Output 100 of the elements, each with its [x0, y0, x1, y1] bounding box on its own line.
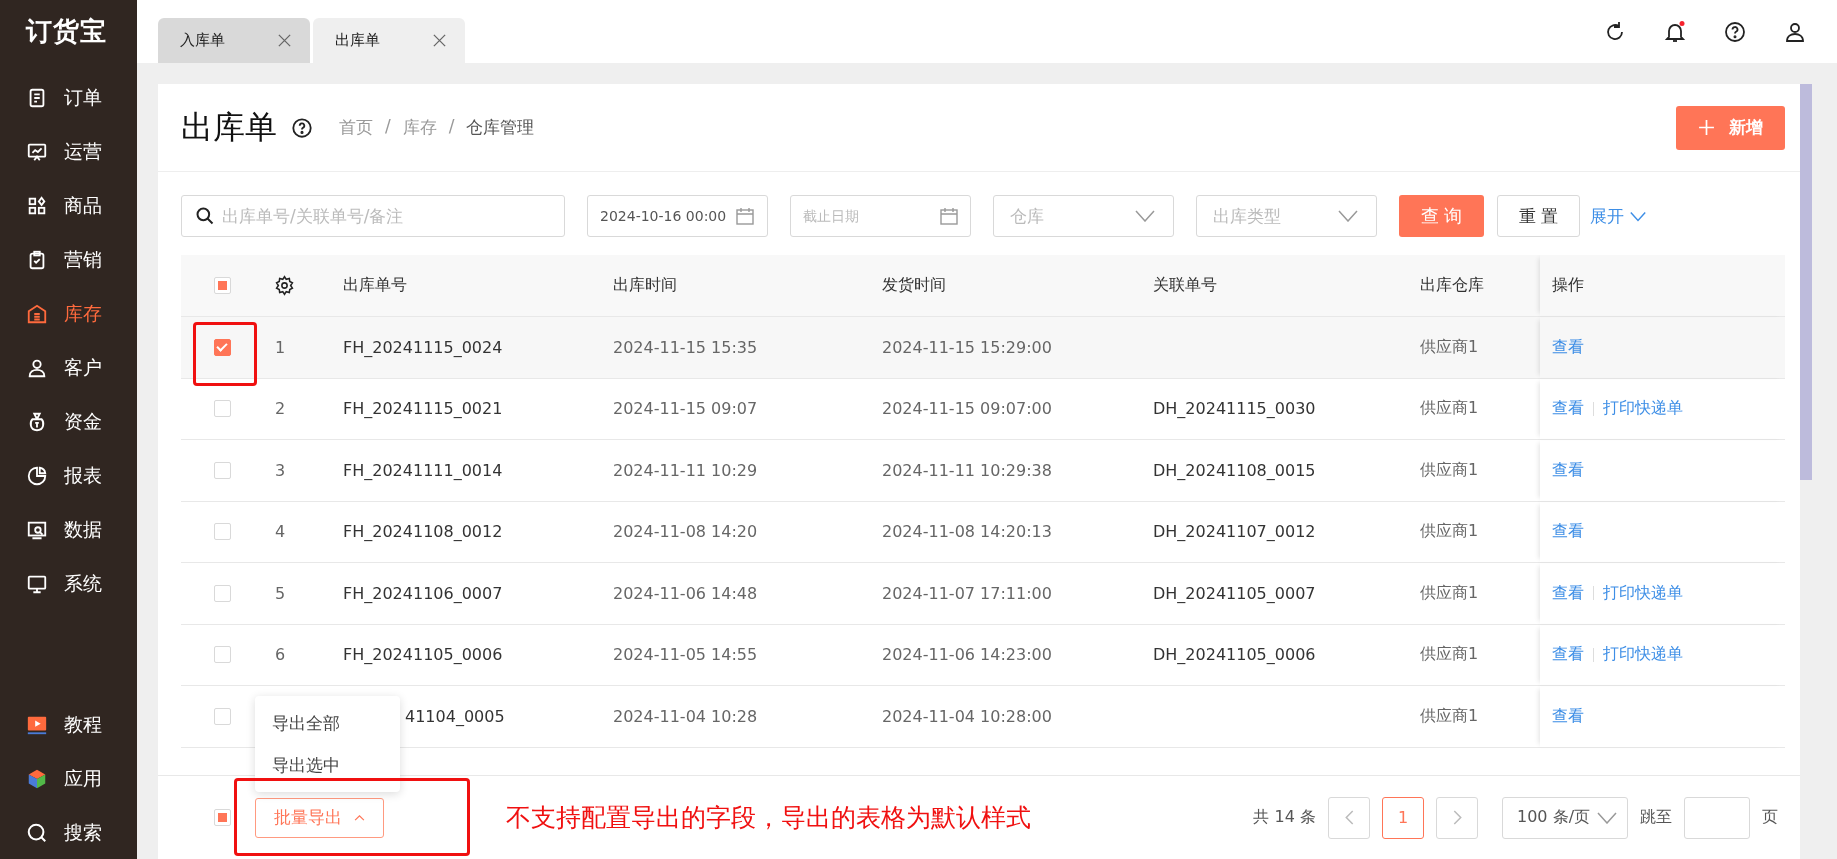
- action-link[interactable]: 查看: [1552, 582, 1584, 604]
- column-header: 关联单号: [1152, 274, 1218, 296]
- chevron-right-icon: [1452, 810, 1462, 825]
- annotation-text: 不支持配置导出的字段，导出的表格为默认样式: [506, 802, 1031, 834]
- table-row[interactable]: 3 FH_20241111_0014 2024-11-11 10:29 2024-11-11 10:29:38 DH_20241108_0015 供应商1 查看: [181, 440, 1785, 502]
- action-link[interactable]: 打印快递单: [1603, 644, 1683, 666]
- action-link[interactable]: 查看: [1552, 644, 1584, 666]
- play-icon: [26, 714, 48, 736]
- table-cell: DH_20241115_0030: [1153, 399, 1316, 419]
- column-header: 发货时间: [881, 274, 947, 296]
- sidebar-item[interactable]: 搜索: [0, 813, 137, 853]
- table-cell: 2024-11-06 14:23:00: [882, 645, 1052, 665]
- action-link[interactable]: 打印快递单: [1603, 398, 1683, 420]
- sidebar-item[interactable]: 订单: [0, 78, 137, 118]
- pie-chart-icon: [26, 465, 48, 487]
- table-row[interactable]: 2 FH_20241115_0021 2024-11-15 09:07 2024-11-15 09:07:00 DH_20241115_0030 供应商1 查看 打印快递单: [181, 378, 1785, 440]
- sidebar-item[interactable]: 报表: [0, 456, 137, 496]
- plus-icon: [1698, 119, 1715, 136]
- page-input[interactable]: [1684, 796, 1750, 839]
- row-checkbox[interactable]: [213, 338, 231, 356]
- row-number: 4: [275, 522, 286, 542]
- action-link[interactable]: 查看: [1552, 705, 1584, 727]
- reset-button[interactable]: 重 置: [1497, 195, 1580, 237]
- table-cell: 2024-11-15 09:07:00: [882, 399, 1052, 419]
- row-number: 6: [275, 645, 286, 665]
- table-row[interactable]: 5 FH_20241106_0007 2024-11-06 14:48 2024-11-07 17:11:00 DH_20241105_0007 供应商1 查看 打印快递单: [181, 563, 1785, 625]
- chevron-down-icon: [1597, 811, 1617, 824]
- help-icon[interactable]: [291, 116, 313, 139]
- table-row[interactable]: 1 FH_20241115_0024 2024-11-15 15:35 2024-11-15 15:29:00 供应商1 查看: [181, 317, 1785, 379]
- search-field[interactable]: 出库单号/关联单号/备注: [181, 195, 565, 237]
- start-date-field[interactable]: 2024-10-16 00:00: [587, 195, 768, 237]
- calendar-icon: [939, 206, 959, 226]
- table-cell: FH_20241105_0006: [343, 645, 503, 665]
- sidebar-item[interactable]: 应用: [0, 759, 137, 799]
- end-date-field[interactable]: 截止日期: [790, 195, 971, 237]
- table-cell: 2024-11-04 10:28: [613, 706, 758, 726]
- page-size-select[interactable]: 100 条/页: [1502, 796, 1628, 839]
- sidebar-item[interactable]: 资金: [0, 402, 137, 442]
- chart-board-icon: [26, 141, 48, 163]
- table-cell: 2024-11-15 09:07: [613, 399, 758, 419]
- action-link[interactable]: 查看: [1552, 521, 1584, 543]
- table-cell: 供应商1: [1420, 336, 1479, 358]
- breadcrumb-separator: /: [448, 116, 455, 138]
- sidebar-item[interactable]: 客户: [0, 348, 137, 388]
- sidebar-item[interactable]: 教程: [0, 705, 137, 745]
- jump-label: 跳至: [1640, 807, 1672, 828]
- sidebar-item[interactable]: 数据: [0, 510, 137, 550]
- search-icon: [195, 206, 215, 226]
- select-all-checkbox[interactable]: [213, 277, 231, 294]
- column-header: 操作: [1540, 255, 1785, 316]
- table-row[interactable]: 4 FH_20241108_0012 2024-11-08 14:20 2024-11-08 14:20:13 DH_20241107_0012 供应商1 查看: [181, 501, 1785, 563]
- scrollbar-thumb[interactable]: [1800, 84, 1812, 480]
- sidebar-item[interactable]: 运营: [0, 132, 137, 172]
- monitor-icon: [26, 573, 48, 595]
- table-cell: DH_20241107_0012: [1153, 522, 1316, 542]
- select-all-checkbox[interactable]: [214, 809, 231, 826]
- bell-icon[interactable]: [1663, 19, 1687, 44]
- table-cell: FH_20241106_0007: [343, 583, 503, 603]
- chevron-left-icon: [1344, 810, 1354, 825]
- action-link[interactable]: 查看: [1552, 398, 1584, 420]
- table-cell: 供应商1: [1420, 398, 1479, 420]
- chevron-down-icon[interactable]: [1630, 210, 1646, 222]
- annotation-box: [193, 322, 257, 386]
- table-cell: FH_20241108_0012: [343, 522, 503, 542]
- table-cell: DH_20241105_0007: [1153, 583, 1316, 603]
- table-cell: FH_20241115_0021: [343, 399, 503, 419]
- caret-icon: [354, 814, 365, 821]
- building-icon: [26, 303, 48, 325]
- table-cell: 供应商1: [1420, 705, 1479, 727]
- column-header: 出库单号: [342, 274, 408, 296]
- page-suffix: 页: [1762, 807, 1778, 828]
- sidebar-item[interactable]: 系统: [0, 564, 137, 604]
- close-icon[interactable]: [432, 33, 447, 48]
- action-link[interactable]: 查看: [1552, 459, 1584, 481]
- table-cell: 供应商1: [1420, 459, 1479, 481]
- magnifier-screen-icon: [26, 519, 48, 541]
- tab[interactable]: 出库单: [313, 18, 465, 63]
- breadcrumb-current: 仓库管理: [466, 116, 535, 139]
- help-icon[interactable]: [1723, 19, 1747, 44]
- close-icon[interactable]: [277, 33, 292, 48]
- table-cell: 2024-11-08 14:20:13: [882, 522, 1052, 542]
- table-cell: 2024-11-11 10:29:38: [882, 460, 1052, 480]
- chevron-down-icon: [1135, 210, 1155, 222]
- grid-icon: [26, 195, 48, 217]
- previous-page-button[interactable]: [1328, 796, 1370, 839]
- table-row[interactable]: 6 FH_20241105_0006 2024-11-05 14:55 2024-11-06 14:23:00 DH_20241105_0006 供应商1 查看 打印快递单: [181, 624, 1785, 686]
- person-icon: [26, 357, 48, 379]
- row-number: 1: [275, 337, 286, 357]
- row-number: 2: [275, 399, 286, 419]
- menu-item[interactable]: 导出全部: [255, 702, 400, 744]
- sidebar-item[interactable]: 库存: [0, 294, 137, 334]
- calendar-icon: [735, 206, 755, 226]
- settings-icon[interactable]: [274, 275, 295, 296]
- action-link[interactable]: 打印快递单: [1603, 582, 1683, 604]
- sidebar-item[interactable]: 商品: [0, 186, 137, 226]
- tab[interactable]: 入库单: [158, 18, 310, 63]
- cube-icon: [26, 768, 48, 790]
- sidebar-item[interactable]: 营销: [0, 240, 137, 280]
- next-page-button[interactable]: [1436, 796, 1478, 839]
- table-cell: 2024-11-06 14:48: [613, 583, 758, 603]
